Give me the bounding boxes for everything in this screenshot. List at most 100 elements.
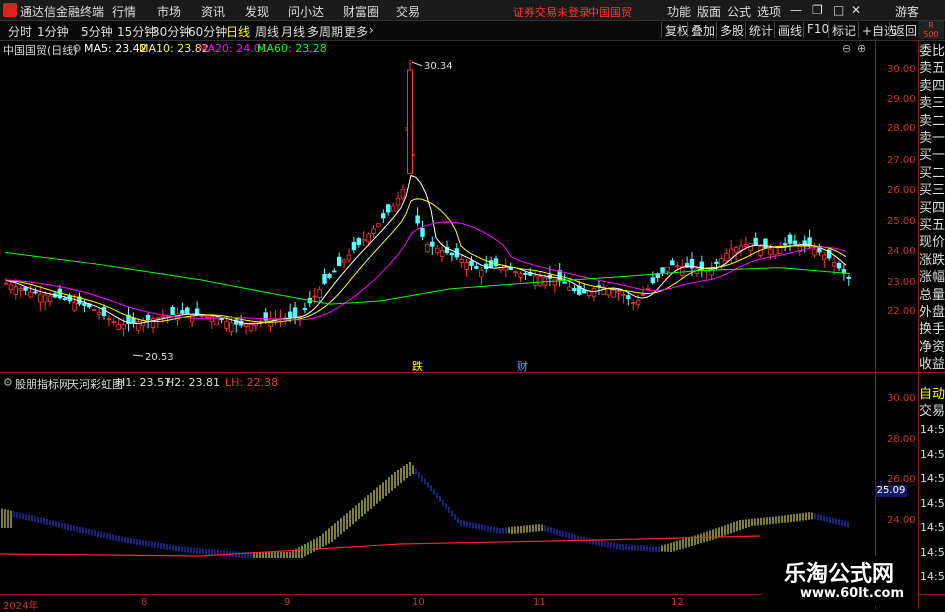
candle-body — [28, 291, 33, 298]
candle-body — [229, 322, 234, 333]
candle-body — [621, 294, 626, 297]
candle-body — [371, 228, 376, 234]
candle-body — [38, 293, 43, 303]
high-pointer — [411, 61, 423, 67]
candle-body — [160, 316, 165, 319]
candle-body — [395, 197, 401, 206]
candle-body — [243, 323, 249, 328]
candle-body — [635, 299, 641, 306]
candle-body — [302, 308, 308, 310]
candle-body — [8, 284, 14, 291]
candle-body — [469, 260, 474, 266]
candle-body — [180, 310, 185, 314]
candle-body — [645, 287, 651, 290]
candle-body — [23, 287, 28, 291]
candle-body — [292, 307, 298, 318]
candle-body — [13, 286, 18, 295]
candle-body — [420, 227, 425, 237]
candle-body — [836, 262, 842, 269]
lh-line — [0, 535, 761, 557]
candle-body — [415, 215, 420, 224]
candle-body — [787, 234, 793, 244]
candle-body — [62, 298, 67, 301]
candle-body — [611, 289, 616, 298]
candle-body — [650, 277, 655, 284]
candle-body — [336, 256, 342, 266]
candle-body — [459, 259, 464, 263]
candle-body — [812, 248, 817, 256]
candle-body — [341, 259, 347, 263]
candle-body — [332, 270, 337, 273]
kline-chart[interactable]: 30.34 20.53 — [0, 0, 945, 609]
candle-body — [562, 281, 567, 284]
candle-body — [768, 248, 773, 255]
candle-body — [92, 309, 97, 312]
candle-body — [116, 324, 121, 330]
candle-body — [631, 302, 636, 305]
candle-body — [72, 302, 77, 311]
candle-body — [782, 243, 788, 246]
candle-body — [3, 282, 9, 285]
candle-body — [204, 315, 210, 318]
candle-body — [733, 247, 739, 253]
candle-body — [96, 312, 102, 315]
low-price-label: 20.53 — [145, 352, 174, 363]
candle-body — [170, 307, 175, 316]
candle-body — [518, 273, 523, 278]
candle-body — [312, 295, 317, 298]
candle-body — [361, 238, 366, 242]
candle-body — [390, 205, 396, 212]
candle-body — [846, 276, 851, 279]
candle-body — [400, 188, 406, 199]
candle-body — [773, 247, 778, 256]
candle-body — [513, 271, 518, 274]
candle-body — [724, 252, 729, 262]
candle-body — [552, 278, 557, 286]
candle-body — [533, 275, 538, 286]
candle-body — [351, 241, 357, 251]
candle-body — [385, 204, 391, 213]
candle-body — [425, 243, 430, 253]
candle-body — [714, 261, 719, 265]
candle-body — [131, 317, 136, 324]
candle-body — [567, 286, 572, 291]
candle-body — [743, 244, 749, 247]
candle-body — [640, 293, 646, 296]
candle-body — [474, 266, 479, 269]
candle-body — [464, 262, 469, 270]
candle-body — [214, 317, 219, 326]
candle-body — [47, 295, 53, 303]
candle-body — [322, 274, 327, 284]
ma20-line — [5, 221, 847, 321]
candle-body — [626, 295, 631, 300]
candle-body — [346, 254, 352, 261]
candle-body — [660, 267, 665, 273]
candle-body — [591, 288, 597, 298]
candle-body — [224, 320, 229, 329]
candle-body — [155, 317, 161, 320]
candle-body — [106, 318, 112, 321]
candle-body — [449, 252, 455, 256]
candle-body — [616, 291, 621, 294]
candle-body — [822, 254, 827, 260]
candle-body — [366, 233, 371, 243]
candle-body — [376, 223, 381, 228]
candle-body — [287, 311, 293, 318]
candle-body — [434, 247, 440, 253]
candle-body — [145, 314, 151, 321]
candle-body — [675, 265, 680, 268]
candle-body — [111, 321, 116, 323]
candle-body — [763, 238, 768, 249]
candle-body — [753, 237, 758, 246]
candle-body — [537, 276, 543, 287]
candle-body — [33, 291, 38, 294]
candle-body — [792, 240, 798, 245]
candle-body — [503, 266, 508, 271]
candle-body — [356, 238, 361, 245]
candle-body — [670, 260, 675, 266]
candle-body — [831, 262, 837, 267]
candle-body — [121, 324, 126, 330]
candle-body — [729, 248, 734, 259]
candle-body — [493, 258, 499, 267]
candle-body — [381, 213, 386, 219]
